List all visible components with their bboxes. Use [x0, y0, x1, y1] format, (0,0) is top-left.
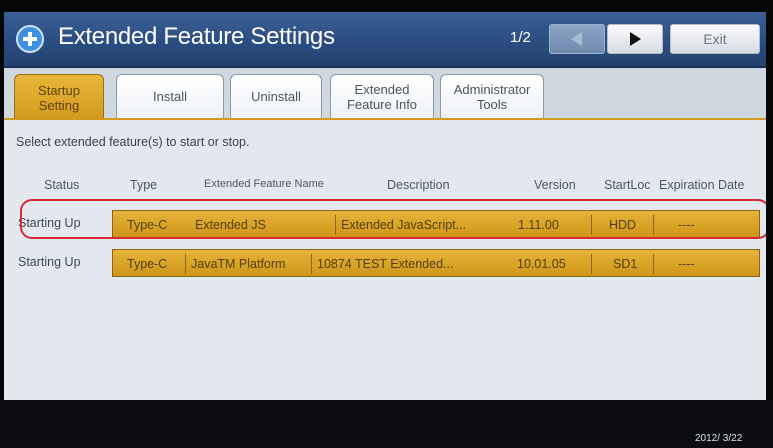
- column-separator: [185, 254, 186, 274]
- selection-highlight-outline: [20, 199, 766, 239]
- version-cell: 10.01.05: [517, 257, 566, 271]
- column-separator: [311, 254, 312, 274]
- column-header-status: Status: [44, 178, 80, 192]
- startloc-cell: SD1: [613, 257, 638, 271]
- tab-uninstall[interactable]: Uninstall: [230, 74, 322, 118]
- tab-administrator-tools[interactable]: Administrator Tools: [440, 74, 544, 118]
- page-indicator: 1/2: [510, 29, 531, 46]
- column-separator: [591, 254, 592, 274]
- column-header-expiration: Expiration Date: [659, 178, 745, 192]
- next-page-button[interactable]: [607, 24, 663, 54]
- arrow-right-icon: [630, 32, 641, 46]
- tab-label: Install: [153, 89, 187, 104]
- tab-label: Extended Feature Info: [346, 81, 418, 112]
- title-bar: Extended Feature Settings 1/2 Exit: [4, 12, 766, 68]
- previous-page-button[interactable]: [549, 24, 605, 54]
- tab-divider: [4, 118, 766, 120]
- column-header-version: Version: [534, 178, 576, 192]
- tab-bar: Startup Setting Install Uninstall Extend…: [4, 68, 766, 120]
- table-row[interactable]: Starting Up Type-C JavaTM Platform 10874…: [4, 248, 766, 278]
- column-header-name: Extended Feature Name: [204, 178, 324, 190]
- date-stamp: 2012/ 3/22: [695, 433, 743, 444]
- bezel-bottom: [0, 400, 773, 448]
- feature-row-bar[interactable]: Type-C JavaTM Platform 10874 TEST Extend…: [112, 249, 760, 277]
- tab-startup-setting[interactable]: Startup Setting: [14, 74, 104, 120]
- tab-label: Administrator Tools: [453, 81, 531, 112]
- screen: Extended Feature Settings 1/2 Exit Start…: [4, 12, 766, 434]
- page-title: Extended Feature Settings: [58, 23, 335, 50]
- description-cell: 10874 TEST Extended...: [317, 257, 454, 271]
- type-cell: Type-C: [127, 257, 168, 271]
- tab-extended-feature-info[interactable]: Extended Feature Info: [330, 74, 434, 118]
- column-header-description: Description: [387, 178, 450, 192]
- tab-install[interactable]: Install: [116, 74, 224, 118]
- plus-gear-icon: [16, 25, 44, 53]
- column-header-startloc: StartLoc: [604, 178, 651, 192]
- tab-label: Startup Setting: [38, 82, 80, 113]
- instruction-text: Select extended feature(s) to start or s…: [16, 135, 250, 149]
- tab-label: Uninstall: [251, 89, 301, 104]
- exit-button[interactable]: Exit: [670, 24, 760, 54]
- name-cell: JavaTM Platform: [191, 257, 286, 271]
- column-separator: [653, 254, 654, 274]
- arrow-left-icon: [571, 32, 582, 46]
- expiration-cell: ----: [678, 257, 695, 271]
- status-text: Starting Up: [18, 255, 81, 269]
- column-header-type: Type: [130, 178, 158, 192]
